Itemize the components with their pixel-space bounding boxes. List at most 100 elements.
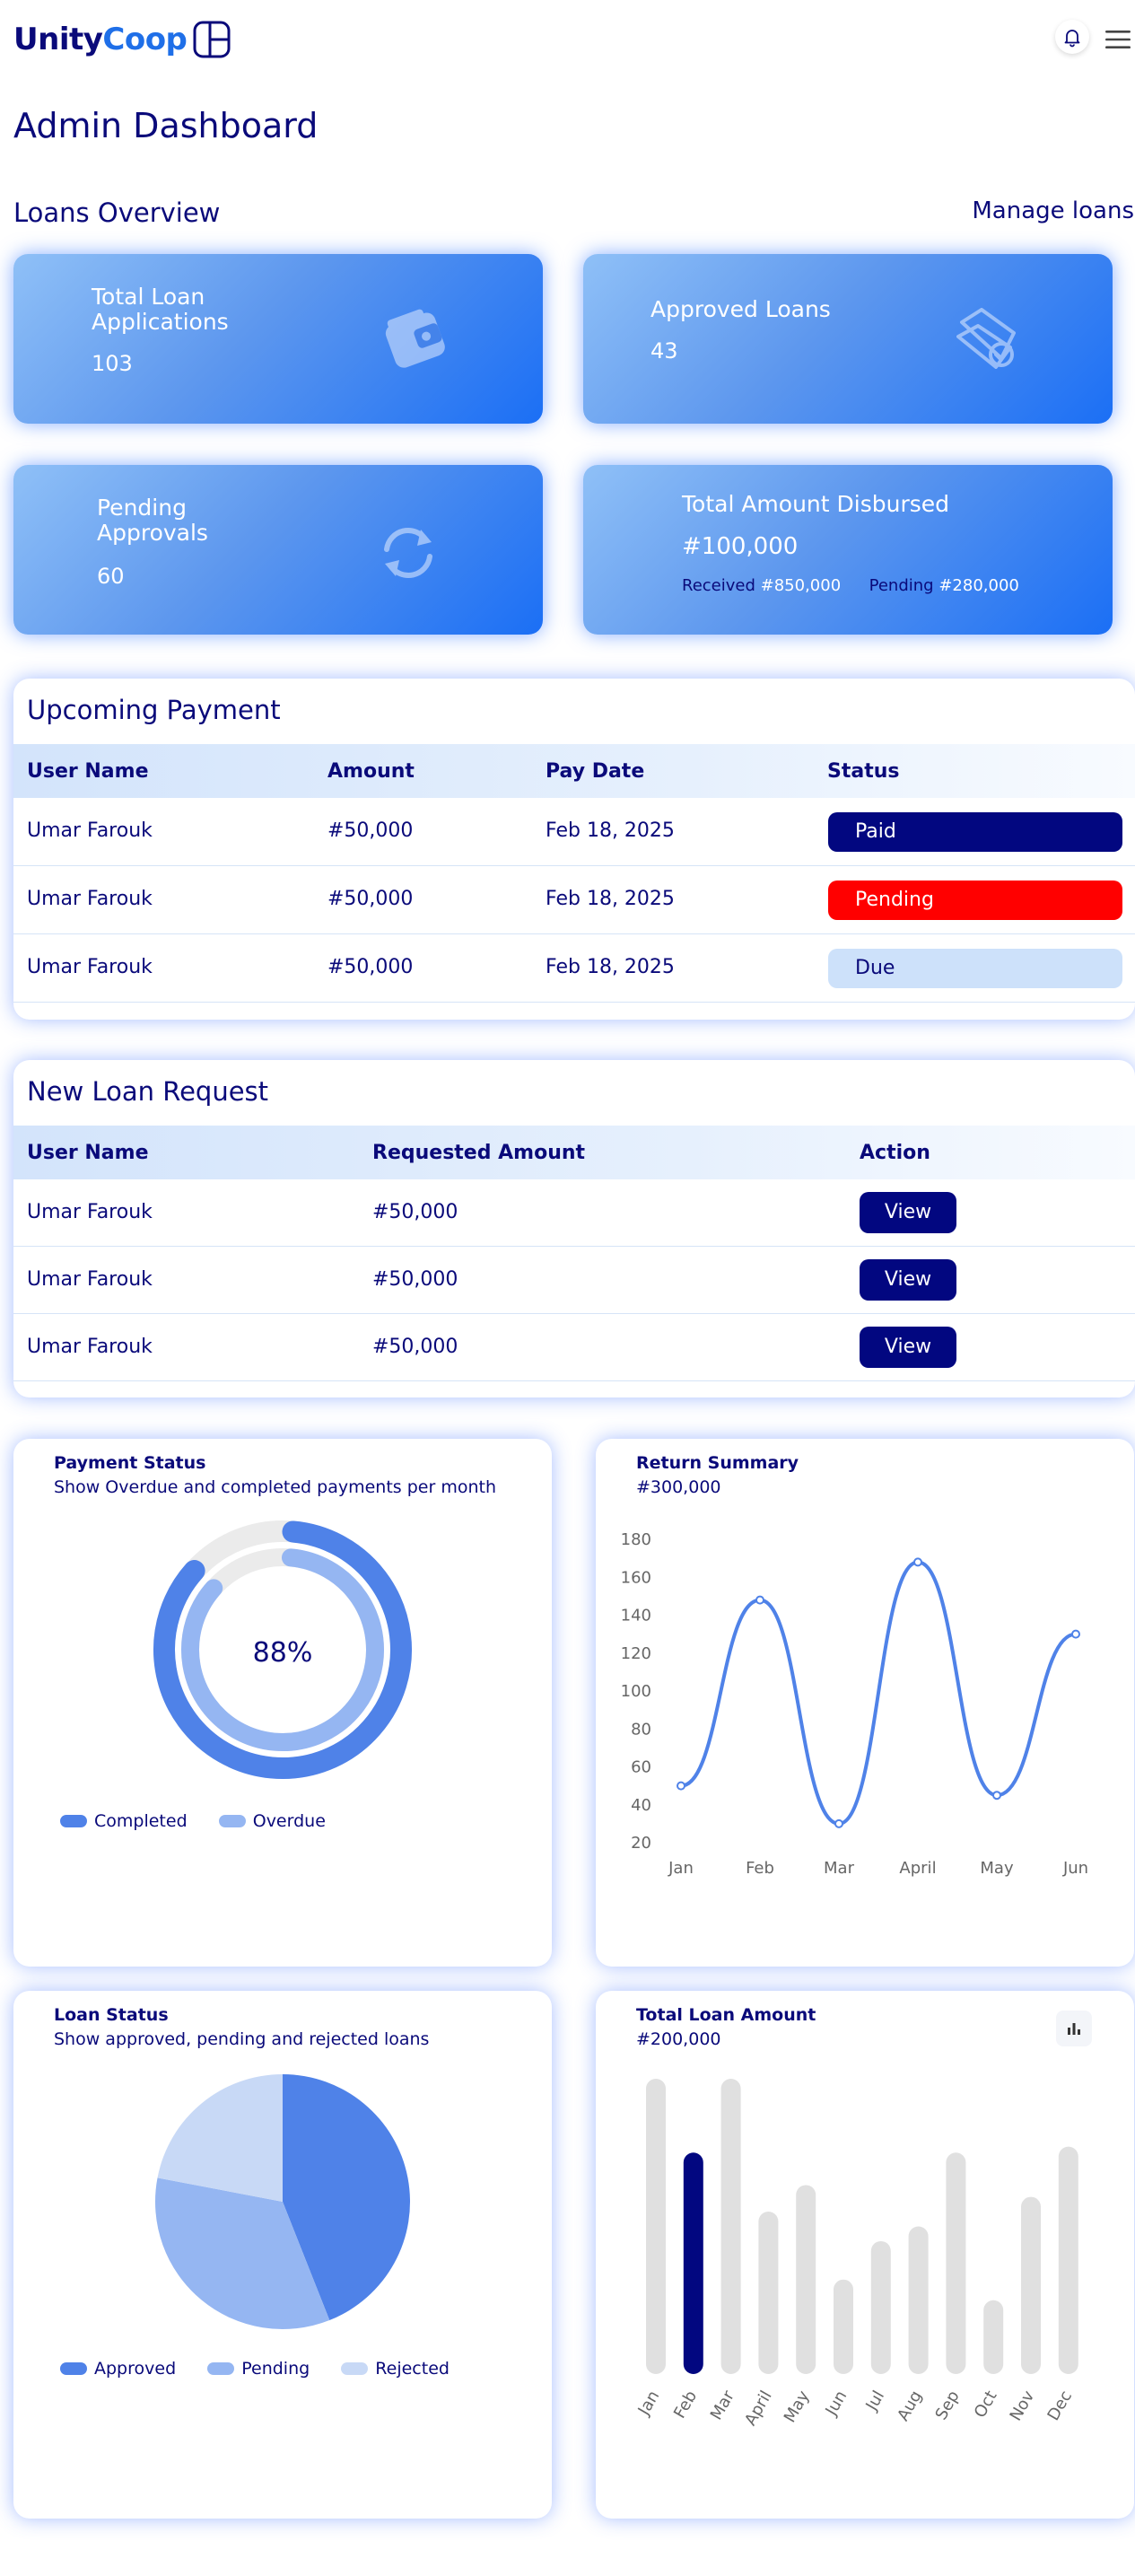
bar[interactable] bbox=[1058, 2146, 1078, 2374]
legend-swatch bbox=[60, 1815, 87, 1827]
pending-approvals-card[interactable]: Pending Approvals 60 bbox=[13, 465, 543, 635]
pending-approvals-label-line1: Pending bbox=[97, 495, 187, 521]
total-disbursed-card[interactable]: Total Amount Disbursed #100,000 Received… bbox=[583, 465, 1113, 635]
user-name-cell: Umar Farouk bbox=[27, 1336, 153, 1358]
legend-label: Pending bbox=[241, 2359, 310, 2379]
column-header: Pay Date bbox=[546, 760, 645, 783]
line-point[interactable] bbox=[913, 1557, 922, 1567]
bar[interactable] bbox=[983, 2300, 1004, 2374]
table-header: User Name Requested Amount Action bbox=[13, 1126, 1135, 1179]
total-disbursed-label: Total Amount Disbursed bbox=[682, 491, 950, 517]
user-name-cell: Umar Farouk bbox=[27, 1268, 153, 1291]
bar[interactable] bbox=[870, 2240, 891, 2374]
total-applications-label-line2: Applications bbox=[92, 309, 229, 335]
legend-item-overdue: Overdue bbox=[218, 1811, 326, 1831]
column-header: User Name bbox=[27, 1142, 149, 1164]
x-tick-label: Jan bbox=[668, 1859, 694, 1878]
x-tick-label: Jun bbox=[1062, 1859, 1088, 1878]
pay-date-cell: Feb 18, 2025 bbox=[546, 888, 675, 910]
page-title: Admin Dashboard bbox=[13, 106, 319, 145]
view-button[interactable]: View bbox=[860, 1327, 956, 1368]
total-loan-amount-bar-chart: Jan Feb Mar April May Jun Jul Aug Sep Oct Nov Dec bbox=[634, 2079, 1078, 2429]
line-point[interactable] bbox=[834, 1818, 843, 1828]
y-tick-label: 100 bbox=[621, 1682, 651, 1701]
y-tick-label: 180 bbox=[621, 1530, 651, 1549]
bar[interactable] bbox=[908, 2226, 929, 2375]
approved-document-icon bbox=[956, 308, 1016, 369]
total-applications-card[interactable]: Total Loan Applications 103 bbox=[13, 254, 543, 424]
bar[interactable] bbox=[834, 2279, 853, 2374]
legend-item-completed: Completed bbox=[60, 1811, 188, 1831]
legend-label: Rejected bbox=[375, 2359, 450, 2379]
user-name-cell: Umar Farouk bbox=[27, 819, 153, 842]
bar[interactable] bbox=[720, 2079, 741, 2374]
total-applications-label-line1: Total Loan bbox=[92, 284, 205, 310]
logo[interactable]: UnityCoop bbox=[13, 20, 231, 59]
y-tick-label: 140 bbox=[621, 1607, 651, 1625]
table-row[interactable]: Umar Farouk #50,000 Feb 18, 2025 Due bbox=[13, 934, 1135, 1003]
menu-icon[interactable] bbox=[1105, 29, 1131, 50]
bar[interactable] bbox=[796, 2185, 816, 2374]
manage-loans-link[interactable]: Manage loans bbox=[972, 197, 1134, 224]
table-row: Umar Farouk #50,000 View bbox=[13, 1314, 1135, 1381]
x-tick-label: Mar bbox=[824, 1859, 855, 1878]
pending-amount-value: #280,000 bbox=[939, 576, 1019, 595]
table-row[interactable]: Umar Farouk #50,000 Feb 18, 2025 Pending bbox=[13, 866, 1135, 934]
x-tick-label: Jun bbox=[822, 2388, 851, 2420]
x-tick-label: April bbox=[741, 2388, 776, 2429]
line-point[interactable] bbox=[755, 1595, 764, 1605]
amount-cell: #50,000 bbox=[327, 819, 414, 842]
line-point[interactable] bbox=[1071, 1629, 1080, 1639]
x-tick-label: Nov bbox=[1007, 2388, 1039, 2424]
pending-amount-label: Pending bbox=[869, 576, 934, 595]
line-point[interactable] bbox=[992, 1791, 1001, 1801]
return-summary-line-chart: 20 40 60 80 100 120 140 160 180 Jan Feb Mar April May… bbox=[621, 1530, 1088, 1878]
legend-swatch bbox=[341, 2362, 369, 2375]
received-value: #850,000 bbox=[760, 576, 842, 595]
payment-status-panel: Payment Status Show Overdue and complete… bbox=[13, 1439, 552, 1967]
donut-center-label: 88% bbox=[253, 1637, 313, 1669]
legend-label: Completed bbox=[94, 1811, 188, 1831]
pending-approvals-label-line2: Approvals bbox=[97, 520, 208, 546]
approved-loans-label: Approved Loans bbox=[650, 296, 831, 322]
total-loan-amount-panel: Total Loan Amount #200,000 Jan Feb Mar Apri… bbox=[596, 1991, 1134, 2519]
requested-amount-cell: #50,000 bbox=[372, 1336, 458, 1358]
line-point[interactable] bbox=[677, 1781, 685, 1791]
bar[interactable] bbox=[758, 2212, 779, 2374]
legend-swatch bbox=[60, 2362, 87, 2375]
view-button[interactable]: View bbox=[860, 1192, 956, 1233]
legend-label: Approved bbox=[94, 2359, 177, 2379]
view-button[interactable]: View bbox=[860, 1259, 956, 1301]
requested-amount-cell: #50,000 bbox=[372, 1268, 458, 1291]
pay-date-cell: Feb 18, 2025 bbox=[546, 956, 675, 978]
logo-text-unity: Unity bbox=[13, 22, 103, 57]
received-label: Received bbox=[682, 576, 755, 595]
wallet-icon bbox=[385, 309, 445, 368]
bar[interactable] bbox=[646, 2079, 666, 2374]
approved-loans-card[interactable]: Approved Loans 43 bbox=[583, 254, 1113, 424]
table-header: User Name Amount Pay Date Status bbox=[13, 744, 1135, 798]
bar[interactable] bbox=[683, 2152, 703, 2374]
bar[interactable] bbox=[946, 2152, 966, 2374]
x-tick-label: Sep bbox=[932, 2388, 964, 2423]
x-tick-label: Feb bbox=[746, 1859, 774, 1878]
legend-item-pending: Pending bbox=[207, 2359, 310, 2379]
logo-text: UnityCoop bbox=[13, 22, 188, 57]
logo-text-coop: Coop bbox=[102, 22, 188, 57]
notification-bell-button[interactable] bbox=[1055, 20, 1089, 54]
column-header: Action bbox=[860, 1142, 930, 1164]
table-row[interactable]: Umar Farouk #50,000 Feb 18, 2025 Paid bbox=[13, 798, 1135, 866]
x-tick-label: Oct bbox=[971, 2388, 1001, 2421]
x-tick-label: Dec bbox=[1044, 2388, 1077, 2424]
payment-status-donut-chart: 88% bbox=[153, 1520, 412, 1779]
bar[interactable] bbox=[1021, 2196, 1041, 2374]
new-loan-request-title: New Loan Request bbox=[27, 1076, 269, 1107]
disbursed-breakdown: Received #850,000 Pending #280,000 bbox=[682, 576, 1019, 595]
bell-icon bbox=[1064, 30, 1080, 48]
status-badge: Paid bbox=[828, 812, 1122, 852]
legend-swatch bbox=[218, 1815, 246, 1827]
pay-date-cell: Feb 18, 2025 bbox=[546, 819, 675, 842]
status-badge: Due bbox=[828, 949, 1122, 988]
amount-cell: #50,000 bbox=[327, 956, 414, 978]
column-header: Requested Amount bbox=[372, 1142, 586, 1164]
